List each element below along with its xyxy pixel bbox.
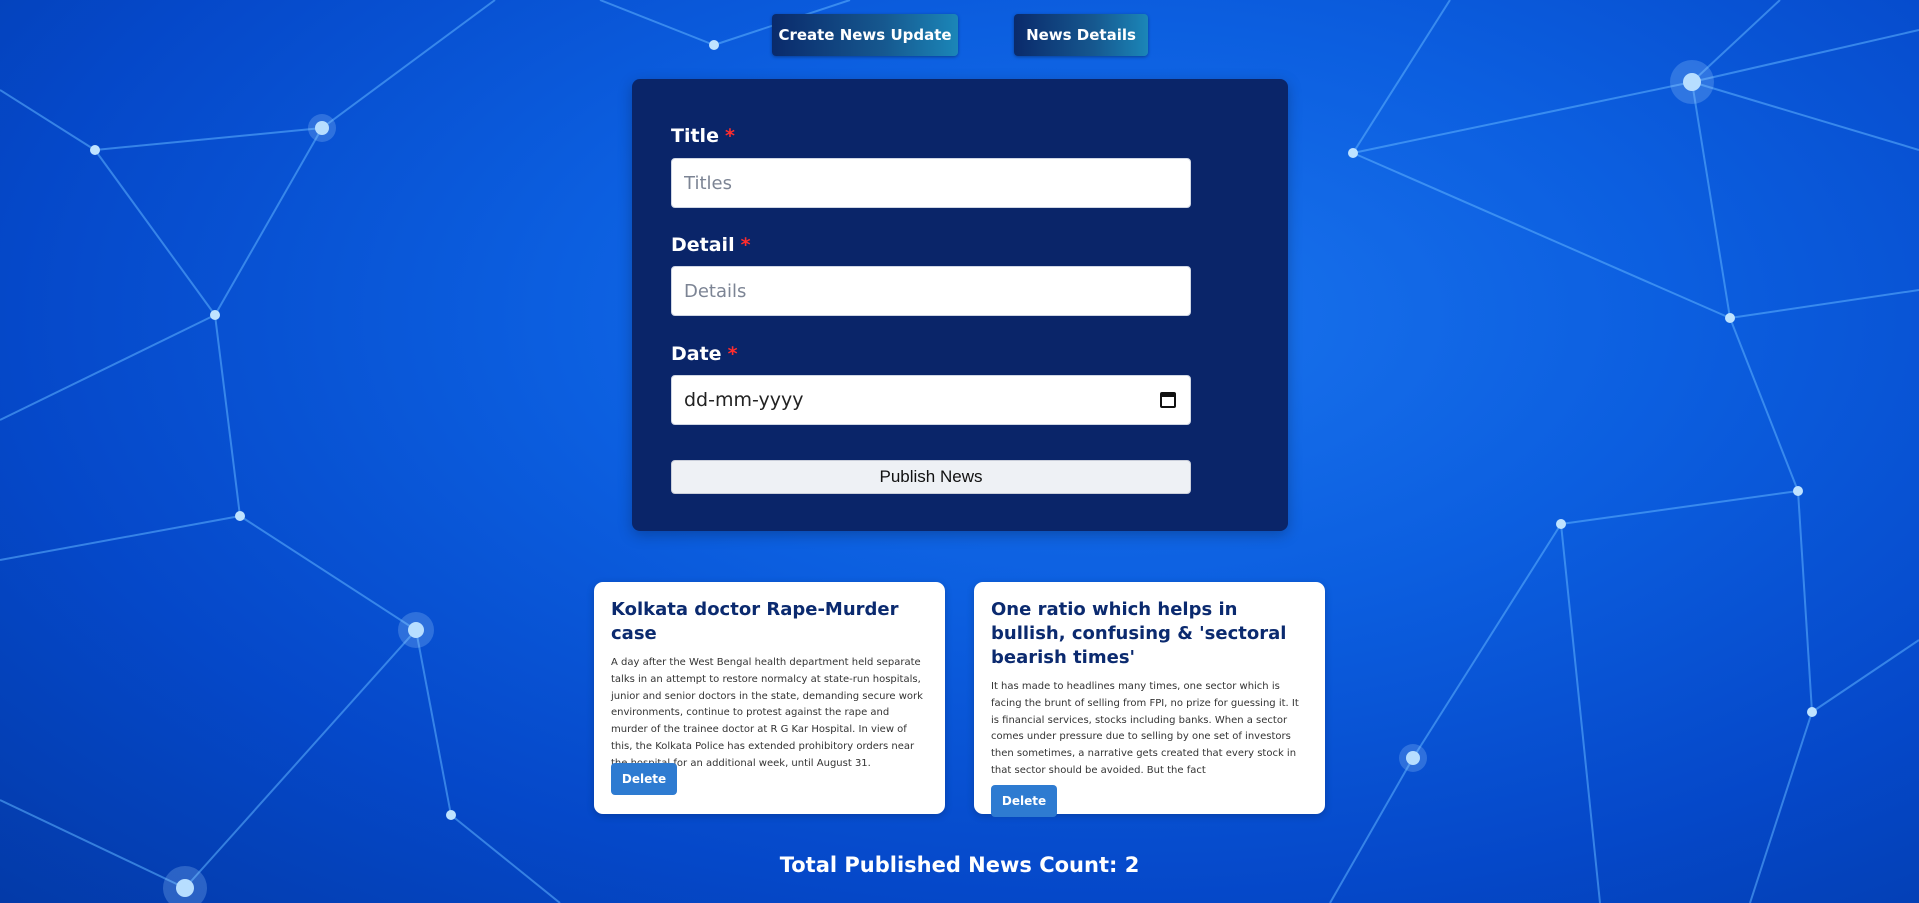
required-mark: * xyxy=(740,234,751,256)
top-navigation: Create News Update News Details xyxy=(0,14,1919,56)
news-card: Kolkata doctor Rape-Murder case A day af… xyxy=(594,582,945,814)
title-label-text: Title xyxy=(671,125,719,147)
news-title: Kolkata doctor Rape-Murder case xyxy=(611,599,899,644)
detail-label-text: Detail xyxy=(671,234,735,256)
required-mark: * xyxy=(724,125,735,147)
date-label: Date * xyxy=(671,342,738,366)
news-detail: A day after the West Bengal health depar… xyxy=(611,657,923,769)
news-title: One ratio which helps in bullish, confus… xyxy=(991,599,1287,668)
news-card: One ratio which helps in bullish, confus… xyxy=(974,582,1325,817)
news-detail: It has made to headlines many times, one… xyxy=(991,681,1299,776)
detail-input[interactable] xyxy=(671,266,1191,316)
news-form: Title* Detail* Date* dd-mm-yyyy Publish … xyxy=(632,79,1288,531)
required-mark: * xyxy=(727,343,738,365)
news-details-button[interactable]: News Details xyxy=(1014,14,1148,56)
date-placeholder: dd-mm-yyyy xyxy=(684,389,804,411)
date-input[interactable]: dd-mm-yyyy xyxy=(671,375,1191,425)
title-label: Title * xyxy=(671,124,735,148)
title-input[interactable] xyxy=(671,158,1191,208)
delete-button[interactable]: Delete xyxy=(611,763,677,795)
delete-button[interactable]: Delete xyxy=(991,785,1057,817)
total-published-count: Total Published News Count: 2 xyxy=(779,853,1140,877)
create-news-update-button[interactable]: Create News Update xyxy=(772,14,958,56)
detail-label: Detail * xyxy=(671,233,751,257)
calendar-icon[interactable] xyxy=(1160,392,1176,408)
publish-news-button[interactable]: Publish News xyxy=(671,460,1191,494)
date-label-text: Date xyxy=(671,343,722,365)
